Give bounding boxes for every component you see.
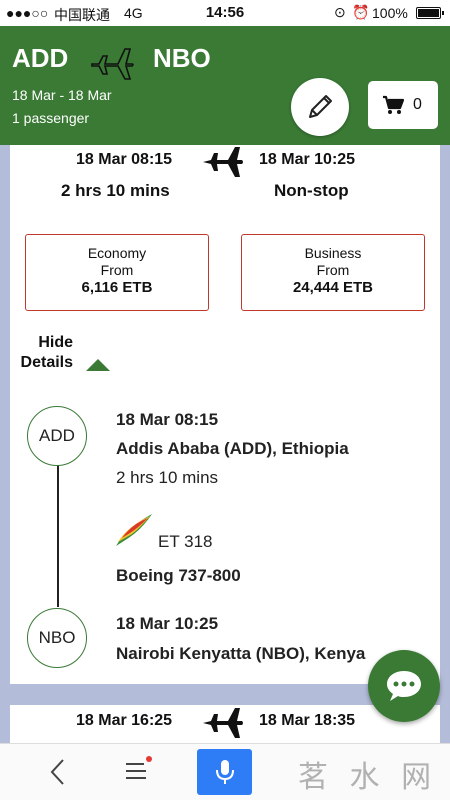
- business-fare-button[interactable]: Business From 24,444 ETB: [241, 234, 425, 311]
- segment-destination-airport: Nairobi Kenyatta (NBO), Kenya: [116, 644, 366, 663]
- flight-card[interactable]: 18 Mar 08:15 18 Mar 10:25 2 hrs 10 mins …: [10, 145, 440, 684]
- cart-icon: [383, 95, 404, 114]
- menu-icon[interactable]: [124, 759, 148, 783]
- aircraft-type: Boeing 737-800: [116, 566, 241, 585]
- chat-bubble-icon: [387, 671, 421, 701]
- browser-toolbar: 茗 水 网: [0, 743, 450, 800]
- segment-departure-time: 18 Mar 08:15: [116, 410, 219, 429]
- notification-dot: [146, 756, 152, 762]
- hide-details-line2: Details: [20, 354, 73, 371]
- flight-stops: Non-stop: [274, 181, 349, 200]
- alarm-icon: ⏰: [352, 4, 370, 20]
- hide-details-line1: Hide: [38, 334, 73, 351]
- fare-cabin: Business: [304, 245, 362, 261]
- departure-time: 18 Mar 16:25: [76, 712, 173, 729]
- edit-search-button[interactable]: [291, 78, 349, 136]
- fare-price: 24,444 ETB: [292, 279, 374, 296]
- route-header: ADD NBO 18 Mar - 18 Mar 1 passenger 0: [0, 26, 450, 145]
- destination-node: NBO: [27, 608, 87, 668]
- fare-from-label: From: [100, 262, 134, 278]
- collapse-arrow-icon[interactable]: [86, 359, 110, 371]
- back-icon[interactable]: [48, 758, 66, 786]
- fare-cabin: Economy: [87, 245, 147, 261]
- arrival-time: 18 Mar 18:35: [259, 712, 356, 729]
- origin-node: ADD: [27, 406, 87, 466]
- watermark: 茗 水 网: [298, 760, 438, 795]
- passenger-count: 1 passenger: [12, 110, 90, 126]
- flight-number: ET 318: [158, 532, 213, 551]
- rotation-lock-icon: ⊙: [334, 4, 346, 20]
- departure-time: 18 Mar 08:15: [76, 151, 173, 168]
- hide-details-toggle[interactable]: Hide Details: [13, 333, 73, 373]
- voice-search-button[interactable]: [197, 749, 252, 795]
- fare-price: 6,116 ETB: [81, 279, 153, 296]
- battery-icon: [416, 7, 444, 19]
- pencil-icon: [309, 95, 332, 118]
- status-bar: ●●●○○ 中国联通 4G 14:56 ⊙ ⏰ 100%: [0, 0, 450, 26]
- airline-logo-icon: [116, 514, 152, 546]
- airplane-icon: [203, 708, 243, 738]
- airplane-icon: [91, 48, 134, 80]
- cart-count: 0: [413, 96, 422, 113]
- segment-duration: 2 hrs 10 mins: [116, 468, 219, 487]
- microphone-icon: [216, 760, 234, 784]
- chat-button[interactable]: [368, 650, 440, 722]
- economy-fare-button[interactable]: Economy From 6,116 ETB: [25, 234, 209, 311]
- destination-code: NBO: [153, 43, 211, 73]
- cart-button[interactable]: 0: [368, 81, 438, 129]
- flight-duration: 2 hrs 10 mins: [61, 181, 170, 200]
- segment-origin-airport: Addis Ababa (ADD), Ethiopia: [116, 439, 349, 458]
- origin-code: ADD: [12, 43, 69, 73]
- fare-from-label: From: [316, 262, 350, 278]
- timeline-connector: [57, 459, 59, 607]
- arrival-time: 18 Mar 10:25: [259, 151, 356, 168]
- travel-dates: 18 Mar - 18 Mar: [12, 87, 112, 103]
- segment-arrival-time: 18 Mar 10:25: [116, 614, 219, 633]
- battery-percent: 100%: [372, 5, 408, 21]
- airplane-icon: [203, 147, 243, 177]
